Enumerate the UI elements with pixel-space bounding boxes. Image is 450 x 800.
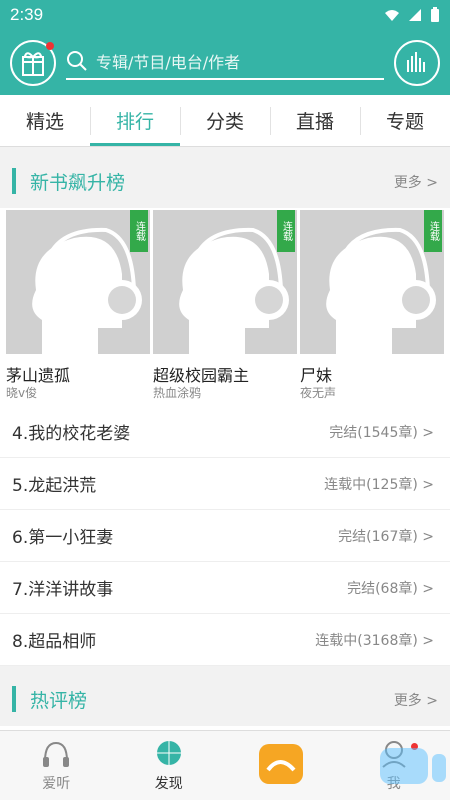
tab-ranking[interactable]: 排行	[90, 95, 180, 146]
book-card[interactable]: 连载 茅山遗孤 晓v俊	[6, 210, 150, 400]
serial-badge: 连载	[424, 210, 442, 252]
book-status: 连载中(125章) >	[324, 476, 434, 493]
book-title: 7.洋洋讲故事	[12, 580, 114, 600]
tab-bar: 精选 排行 分类 直播 专题	[0, 95, 450, 147]
book-status: 完结(68章) >	[347, 580, 434, 597]
book-title: 超级校园霸主	[153, 366, 250, 385]
book-status: 连载中(3168章) >	[315, 632, 434, 649]
status-time: 2:39	[10, 5, 44, 24]
section-header-new-books: 新书飙升榜 更多 >	[0, 148, 450, 208]
top-bar: 专辑/节目/电台/作者	[0, 32, 450, 95]
more-link[interactable]: 更多 >	[394, 690, 438, 710]
tab-label: 专题	[385, 111, 424, 133]
book-author: 晓v俊	[6, 386, 38, 400]
book-title: 6.第一小狂妻	[12, 528, 114, 548]
book-title: 4.我的校花老婆	[12, 424, 131, 444]
content-scroll[interactable]: 新书飙升榜 更多 > 连载 茅山遗孤 晓v俊 连载 超级校园霸主 热血涂鸦 连载…	[0, 148, 450, 730]
status-icons	[384, 7, 440, 23]
section-accent-bar	[12, 686, 16, 712]
book-status: 完结(1545章) >	[329, 424, 434, 441]
headphone-avatar-icon	[153, 210, 297, 354]
status-bar: 2:39	[0, 0, 450, 32]
search-box[interactable]: 专辑/节目/电台/作者	[66, 44, 384, 80]
tab-label: 分类	[205, 111, 244, 133]
more-link[interactable]: 更多 >	[394, 172, 438, 192]
book-cover: 连载	[6, 210, 150, 354]
book-title: 5.龙起洪荒	[12, 476, 97, 496]
book-title: 尸妹	[300, 366, 333, 385]
book-author: 热血涂鸦	[153, 386, 202, 400]
section-title: 新书飙升榜	[30, 172, 126, 194]
headphones-icon	[43, 741, 70, 767]
book-cover: 连载	[300, 210, 444, 354]
tab-label: 排行	[115, 111, 154, 133]
serial-badge: 连载	[130, 210, 148, 252]
gift-notification-dot	[46, 42, 54, 50]
tab-category[interactable]: 分类	[180, 95, 270, 146]
headphone-avatar-icon	[300, 210, 444, 354]
book-cover: 连载	[153, 210, 297, 354]
battery-icon	[431, 7, 439, 22]
nav-label: 爱听	[42, 775, 71, 792]
list-item[interactable]: 8.超品相师 连载中(3168章) >	[0, 614, 450, 666]
list-item[interactable]: 5.龙起洪荒 连载中(125章) >	[0, 458, 450, 510]
book-card[interactable]: 连载 超级校园霸主 热血涂鸦	[153, 210, 297, 400]
headphone-avatar-icon	[6, 210, 150, 354]
book-title: 8.超品相师	[12, 632, 97, 652]
signal-icon	[409, 9, 421, 21]
search-icon	[67, 51, 87, 71]
list-item[interactable]: 6.第一小狂妻 完结(167章) >	[0, 510, 450, 562]
section-header-hot-comments: 热评榜 更多 >	[0, 666, 450, 726]
tab-featured[interactable]: 精选	[0, 95, 90, 146]
nav-listen[interactable]: 爱听	[0, 731, 113, 800]
equalizer-icon	[407, 52, 425, 72]
serial-badge: 连载	[277, 210, 295, 252]
section-accent-bar	[12, 168, 16, 194]
globe-icon	[156, 740, 181, 765]
tab-label: 直播	[295, 111, 334, 133]
section-title: 热评榜	[30, 690, 88, 712]
audio-chart-button[interactable]	[394, 40, 440, 86]
search-input[interactable]: 专辑/节目/电台/作者	[96, 49, 240, 73]
book-title: 茅山遗孤	[6, 366, 71, 385]
book-status: 完结(167章) >	[338, 528, 434, 545]
book-cards: 连载 茅山遗孤 晓v俊 连载 超级校园霸主 热血涂鸦 连载 尸妹 夜无声	[6, 210, 444, 400]
book-author: 夜无声	[300, 386, 337, 400]
list-item[interactable]: 4.我的校花老婆 完结(1545章) >	[0, 406, 450, 458]
tab-label: 精选	[25, 111, 64, 133]
tab-topics[interactable]: 专题	[360, 95, 450, 146]
nav-label: 发现	[154, 775, 183, 792]
list-item[interactable]: 7.洋洋讲故事 完结(68章) >	[0, 562, 450, 614]
watermark	[380, 748, 446, 784]
book-card[interactable]: 连载 尸妹 夜无声	[300, 210, 444, 400]
wifi-icon	[385, 10, 399, 21]
nav-discover[interactable]: 发现	[113, 731, 226, 800]
tab-live[interactable]: 直播	[270, 95, 360, 146]
